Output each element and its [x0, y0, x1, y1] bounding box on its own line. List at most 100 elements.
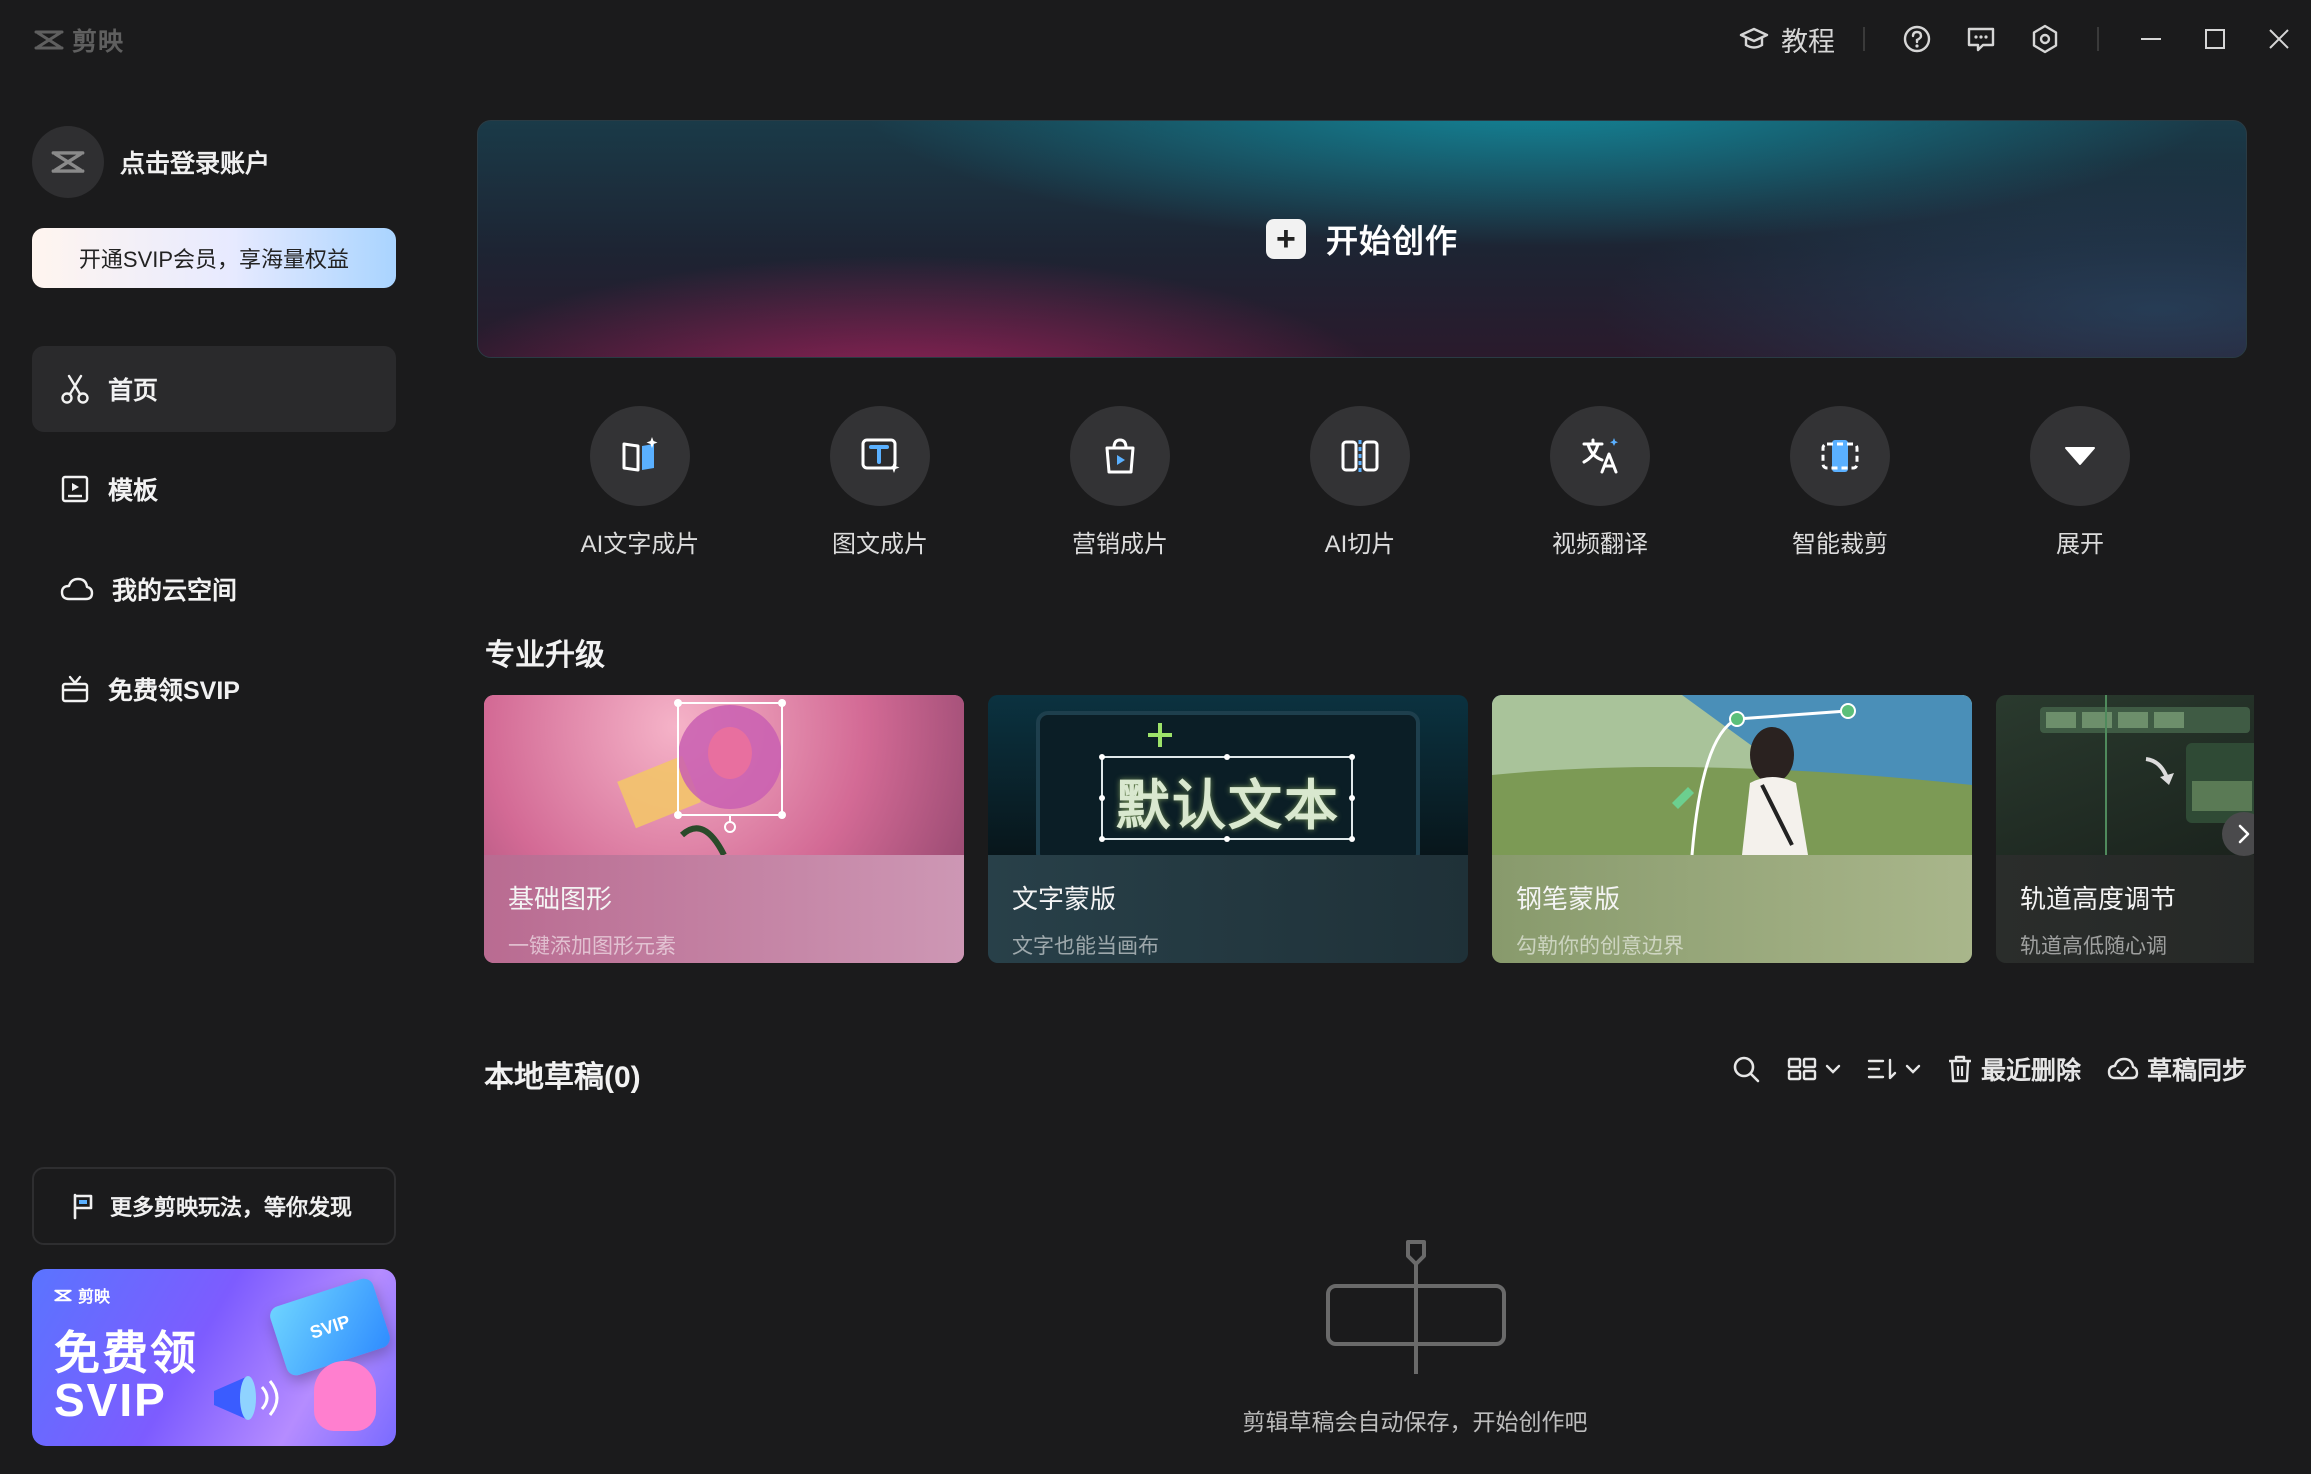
- capcut-logo-icon: [54, 1289, 72, 1301]
- search-icon: [1733, 1056, 1760, 1083]
- cloud-sync-icon: [2107, 1057, 2139, 1080]
- svip-card-illustration: SVIP: [267, 1276, 393, 1378]
- draft-sync-button[interactable]: 草稿同步: [2107, 1051, 2247, 1087]
- minimize-icon: [2141, 38, 2161, 40]
- pro-upgrade-title: 专业升级: [485, 639, 605, 672]
- translate-icon: [1582, 438, 1618, 474]
- image-text-video-icon: [861, 438, 900, 473]
- cloud-icon: [60, 577, 94, 601]
- template-icon: [61, 475, 89, 503]
- plus-icon: +: [1265, 219, 1306, 259]
- tool-button[interactable]: [1790, 406, 1890, 506]
- help-button[interactable]: [1885, 14, 1949, 64]
- avatar[interactable]: [32, 126, 104, 198]
- app-name: 剪映: [72, 28, 125, 56]
- capcut-logo-icon: [51, 151, 85, 173]
- tutorial-label: 教程: [1781, 26, 1835, 57]
- feature-thumbnail: [1492, 695, 1972, 856]
- recently-deleted-label: 最近删除: [1980, 1057, 2081, 1085]
- tool-marketing-video[interactable]: 营销成片: [1040, 406, 1200, 559]
- app-logo: 剪映: [34, 22, 124, 58]
- tool-video-translate[interactable]: 视频翻译: [1520, 406, 1680, 559]
- feature-card-basic-shapes[interactable]: 基础图形 一键添加图形元素: [484, 695, 964, 963]
- track-height-illustration: [2040, 695, 2254, 855]
- settings-icon: [2032, 24, 2058, 54]
- start-creating-label: 开始创作: [1325, 223, 1458, 259]
- feature-card-text-mask[interactable]: 默认文本 文字蒙版 文字也能当画布: [988, 695, 1468, 963]
- tool-button[interactable]: [830, 406, 930, 506]
- ai-clip-icon: [1341, 440, 1379, 472]
- feature-title: 轨道高度调节: [2020, 884, 2177, 914]
- tool-label: 营销成片: [1072, 531, 1168, 558]
- sidebar-item-templates[interactable]: 模板: [32, 446, 396, 532]
- smart-crop-icon: [1821, 440, 1859, 472]
- tool-expand[interactable]: 展开: [2000, 406, 2160, 559]
- feedback-button[interactable]: [1949, 14, 2013, 64]
- tool-label: 展开: [2056, 531, 2104, 558]
- tool-image-text-video[interactable]: 图文成片: [800, 406, 960, 559]
- svip-promo-banner[interactable]: 剪映 免费领 SVIP SVIP: [32, 1269, 396, 1446]
- feature-meta: 基础图形 一键添加图形元素: [484, 855, 964, 963]
- tool-button[interactable]: [1310, 406, 1410, 506]
- sidebar-item-cloud-space[interactable]: 我的云空间: [32, 546, 396, 632]
- sidebar: 点击登录账户 开通SVIP会员，享海量权益 首页 模板 我的云空间 免费领SVI…: [0, 78, 430, 1474]
- pen-mask-illustration: [1492, 695, 1972, 856]
- tool-button[interactable]: [2030, 406, 2130, 506]
- sidebar-item-label: 首页: [108, 377, 159, 405]
- promo-title-line2: SVIP: [54, 1374, 167, 1426]
- title-bar-controls: 教程: [1731, 14, 2311, 64]
- drafts-toolbar: 最近删除 草稿同步: [1731, 1046, 2247, 1092]
- tool-ai-clip[interactable]: AI切片: [1280, 406, 1440, 559]
- recently-deleted-button[interactable]: 最近删除: [1947, 1051, 2081, 1087]
- promo-brand: 剪映: [54, 1283, 110, 1307]
- feature-subtitle: 一键添加图形元素: [508, 935, 676, 958]
- title-bar-divider: [1863, 27, 1865, 51]
- sort-icon: [1867, 1058, 1897, 1080]
- minimize-button[interactable]: [2119, 14, 2183, 64]
- feature-card-track-height[interactable]: 轨道高度调节 轨道高低随心调: [1996, 695, 2254, 963]
- feature-subtitle: 勾勒你的创意边界: [1516, 935, 1684, 958]
- local-drafts-title: 本地草稿(0): [484, 1061, 641, 1094]
- tool-ai-text-video[interactable]: AI文字成片: [560, 406, 720, 559]
- sidebar-item-free-svip[interactable]: 免费领SVIP: [32, 646, 396, 732]
- text-mask-sample: 默认文本: [1116, 776, 1340, 836]
- svip-upgrade-banner[interactable]: 开通SVIP会员，享海量权益: [32, 228, 396, 288]
- sidebar-item-label: 模板: [108, 477, 159, 505]
- close-button[interactable]: [2247, 14, 2311, 64]
- more-features-card[interactable]: 更多剪映玩法，等你发现: [32, 1167, 396, 1245]
- tool-smart-crop[interactable]: 智能裁剪: [1760, 406, 1920, 559]
- sidebar-item-home[interactable]: 首页: [32, 346, 396, 432]
- feature-title: 基础图形: [508, 884, 613, 914]
- feature-thumbnail: [484, 695, 964, 857]
- title-bar-divider: [2097, 27, 2099, 51]
- draft-sync-label: 草稿同步: [2146, 1057, 2247, 1085]
- tutorial-button[interactable]: 教程: [1731, 14, 1843, 64]
- feature-card-pen-mask[interactable]: 钢笔蒙版 勾勒你的创意边界: [1492, 695, 1972, 963]
- gift-icon: [61, 675, 89, 703]
- search-drafts-button[interactable]: [1731, 1054, 1761, 1084]
- empty-drafts-illustration: [1326, 1240, 1506, 1374]
- message-icon: [1967, 27, 1995, 52]
- empty-drafts-message: 剪辑草稿会自动保存，开始创作吧: [1242, 1409, 1588, 1435]
- ai-text-video-icon: [622, 437, 658, 472]
- chevron-down-icon: [1905, 1064, 1921, 1074]
- close-icon: [2269, 29, 2289, 49]
- maximize-icon: [2205, 29, 2225, 49]
- tool-button[interactable]: [590, 406, 690, 506]
- sort-dropdown[interactable]: [1867, 1056, 1921, 1082]
- tool-label: AI文字成片: [580, 531, 700, 558]
- sidebar-item-label: 我的云空间: [112, 577, 238, 605]
- expand-icon: [2065, 447, 2095, 465]
- start-creating-button[interactable]: + 开始创作: [477, 120, 2247, 358]
- login-label[interactable]: 点击登录账户: [120, 144, 270, 180]
- settings-button[interactable]: [2013, 14, 2077, 64]
- view-mode-dropdown[interactable]: [1787, 1056, 1841, 1082]
- maximize-button[interactable]: [2183, 14, 2247, 64]
- tool-button[interactable]: [1550, 406, 1650, 506]
- flag-icon: [73, 1193, 93, 1220]
- feature-thumbnail: 默认文本: [988, 695, 1468, 865]
- tool-button[interactable]: [1070, 406, 1170, 506]
- tool-label: 图文成片: [832, 531, 928, 558]
- grid-view-icon: [1787, 1057, 1817, 1081]
- login-account[interactable]: 点击登录账户: [32, 126, 270, 198]
